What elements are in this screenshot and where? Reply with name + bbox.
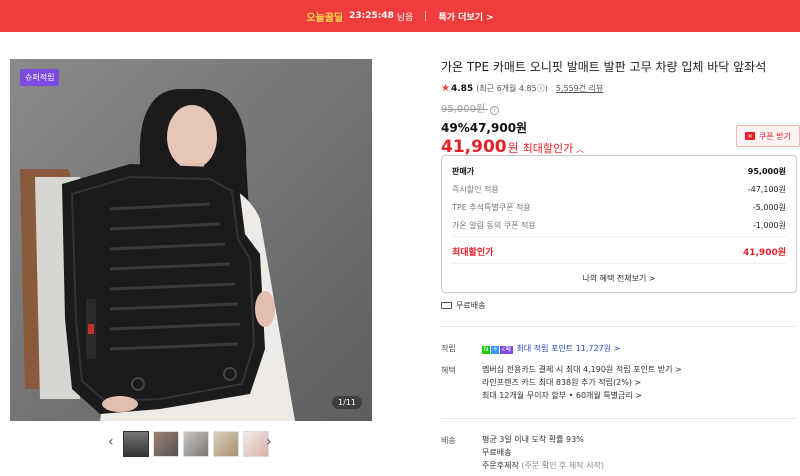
npay-badge: N + c페 xyxy=(482,346,514,354)
thumb-prev-icon[interactable]: ‹ xyxy=(108,434,114,450)
plus-icon: + xyxy=(491,346,499,354)
super-points-badge: 슈퍼적립 xyxy=(20,69,60,86)
chevron-up-icon: ︿ xyxy=(576,145,585,154)
section-divider xyxy=(441,326,797,327)
thumbnail-4[interactable] xyxy=(213,431,239,457)
delivery-made-to-order: 주문후제작 (주문 확인 후 제작 시작) xyxy=(482,459,604,472)
truck-icon xyxy=(441,302,452,309)
delivery-body: 평균 3일 이내 도착 확률 93% 무료배송 주문후제작 (주문 확인 후 제… xyxy=(482,433,604,472)
section-divider xyxy=(441,418,797,419)
coupon-button[interactable]: ✕ 쿠폰 받기 xyxy=(736,125,800,147)
points-label: 적립 xyxy=(441,344,456,353)
banner-divider xyxy=(425,11,427,21)
price-row-value: -47,100원 xyxy=(747,185,786,194)
made-to-order-note: (주문 확인 후 제작 시작) xyxy=(521,461,605,470)
price-row-instant: 즉시할인 적용 -47,100원 xyxy=(452,184,786,195)
final-price-label: 최대할인가 xyxy=(522,142,574,155)
delivery-free: 무료배송 xyxy=(482,448,512,457)
shipping-label: 무료배송 xyxy=(456,301,486,310)
discount-price: 47,900원 xyxy=(469,121,528,135)
final-price-unit: 원 xyxy=(507,141,519,155)
review-count-link[interactable]: 5,559건 리뷰 xyxy=(556,83,604,94)
rating-row: ★ 4.85 (최근 6개월 4.85ⓘ) 5,559건 리뷰 xyxy=(441,83,797,94)
deal-more-link[interactable]: 특가 더보기 > xyxy=(438,10,493,23)
coupon-label: 쿠폰 받기 xyxy=(759,131,791,141)
shipping-row: 무료배송 xyxy=(441,300,485,311)
benefit-line[interactable]: 멤버십 전용카드 결제 시 최대 4,190원 적립 포인트 받기 > xyxy=(482,363,682,376)
benefit-line[interactable]: 라인프렌즈 카드 최대 838원 추가 적립(2%) > xyxy=(482,376,682,389)
points-body[interactable]: N + c페 최대 적립 포인트 11,727원 > xyxy=(482,342,620,355)
star-icon: ★ xyxy=(441,83,450,94)
deal-timer: 23:25:48 xyxy=(349,11,394,21)
price-row-sale: 판매가 95,000원 xyxy=(452,166,786,177)
total-label: 최대할인가 xyxy=(452,248,494,258)
price-row-value: -1,000원 xyxy=(752,221,786,230)
card-icon: c페 xyxy=(500,346,513,354)
thumbnail-strip xyxy=(123,430,298,458)
benefit-line[interactable]: 최대 12개월 무이자 할부 • 60개월 특별금리 > xyxy=(482,389,682,402)
rating-recent: (최근 6개월 4.85ⓘ) xyxy=(476,84,548,93)
price-row-total: 최대할인가 41,900원 xyxy=(452,245,786,258)
deal-timer-suffix: 남음 xyxy=(396,12,414,23)
price-row-label: TPE 추석특별쿠폰 적용 xyxy=(452,203,531,212)
price-row-value: 95,000원 xyxy=(747,167,786,176)
divider xyxy=(452,236,786,237)
benefits-label: 혜택 xyxy=(441,366,456,375)
benefits-body: 멤버십 전용카드 결제 시 최대 4,190원 적립 포인트 받기 > 라인프렌… xyxy=(482,363,682,402)
price-row-label: 즉시할인 적용 xyxy=(452,185,499,194)
image-counter: 1/11 xyxy=(332,396,362,409)
deal-label: 오늘꿀딜 xyxy=(306,12,344,24)
rating-score: 4.85 xyxy=(450,83,474,94)
delivery-eta: 평균 3일 이내 도착 확률 93% xyxy=(482,435,584,444)
made-to-order-label: 주문후제작 xyxy=(482,461,519,470)
discount-percent: 49% xyxy=(441,121,470,135)
final-price: 41,900 xyxy=(441,137,507,157)
info-icon[interactable]: i xyxy=(490,106,500,115)
thumb-next-icon[interactable]: › xyxy=(266,434,272,450)
product-title: 가온 TPE 카매트 오니핏 발매트 발판 고무 차량 입체 바닥 앞좌석 xyxy=(441,60,767,74)
price-row-coupon-2: 가온 알림 동의 쿠폰 적용 -1,000원 xyxy=(452,220,786,231)
price-breakdown: 판매가 95,000원 즉시할인 적용 -47,100원 TPE 추석특별쿠폰 … xyxy=(441,155,797,293)
total-value: 41,900원 xyxy=(742,248,786,258)
price-row-label: 가온 알림 동의 쿠폰 적용 xyxy=(452,221,536,230)
delivery-label: 배송 xyxy=(441,436,456,445)
product-photo-illustration xyxy=(10,59,372,421)
max-points-link[interactable]: 최대 적립 포인트 11,727원 > xyxy=(517,344,621,353)
thumbnail-3[interactable] xyxy=(183,431,209,457)
original-price: 95,000원 xyxy=(441,104,486,115)
product-main-image[interactable]: 슈퍼적립 1/11 xyxy=(10,59,372,421)
price-row-label: 판매가 xyxy=(452,167,475,176)
thumbnail-2[interactable] xyxy=(153,431,179,457)
price-row-value: -5,000원 xyxy=(752,203,786,212)
thumbnail-1[interactable] xyxy=(123,431,149,457)
naver-icon: N xyxy=(482,346,490,354)
price-row-coupon-1: TPE 추석특별쿠폰 적용 -5,000원 xyxy=(452,202,786,213)
deal-banner: 오늘꿀딜 23:25:48 남음 특가 더보기 > xyxy=(0,0,800,32)
coupon-icon: ✕ xyxy=(745,132,755,140)
divider xyxy=(452,263,786,264)
view-all-benefits-link[interactable]: 나의 혜택 전체보기 > xyxy=(442,273,796,284)
original-price-row: 95,000원 i xyxy=(441,100,797,115)
